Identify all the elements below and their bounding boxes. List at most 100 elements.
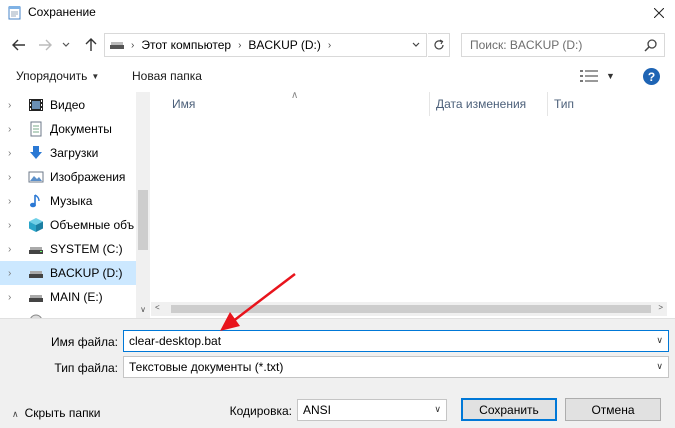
window-title: Сохранение [28,5,96,19]
hide-folders-button[interactable]: ∧ Скрыть папки [12,406,101,420]
chevron-down-icon[interactable]: ∨ [434,404,441,415]
recent-locations-button[interactable] [60,36,72,54]
expand-arrow-icon[interactable]: › [8,100,22,111]
refresh-button[interactable] [428,33,450,57]
file-list[interactable]: ∧ Имя Дата изменения Тип [151,90,667,302]
music-folder-icon [30,194,40,208]
arrow-left-icon [12,39,25,51]
expand-arrow-icon[interactable]: › [8,220,22,231]
tree-item-documents[interactable]: › Документы [0,117,136,141]
drive-icon [110,42,124,49]
breadcrumb-separator-icon[interactable]: › [328,40,331,51]
hide-folders-label: Скрыть папки [24,406,101,420]
tree-item-3d-objects[interactable]: › Объемные объ [0,213,136,237]
tree-item-main-drive[interactable]: › MAIN (E:) [0,285,136,309]
pictures-folder-icon [28,171,44,183]
3d-objects-icon [29,218,43,232]
search-icon [644,39,657,52]
view-options-icon[interactable] [580,70,598,82]
forward-button[interactable] [36,36,54,54]
up-button[interactable] [82,36,100,54]
navigation-pane[interactable]: › Видео › Документы › Загрузки › Изображ… [0,92,150,319]
drive-icon [29,247,43,254]
expand-arrow-icon[interactable]: › [8,196,22,207]
notepad-icon [8,6,21,20]
new-folder-button[interactable]: Новая папка [132,69,202,83]
organize-label: Упорядочить [16,69,88,83]
tree-item-label: SYSTEM (C:) [50,242,123,256]
back-button[interactable] [10,36,28,54]
caret-down-icon: ▼ [91,72,100,81]
video-folder-icon [29,99,43,111]
arrow-right-icon [39,39,52,51]
expand-arrow-icon[interactable]: › [8,244,22,255]
tree-item-label: Загрузки [50,146,99,160]
search-box[interactable] [461,33,665,57]
command-bar: Упорядочить ▼ Новая папка [0,64,675,90]
filetype-value: Текстовые документы (*.txt) [129,360,284,374]
tree-item-music[interactable]: › Музыка [0,189,136,213]
tree-item-label: Музыка [50,194,93,208]
chevron-down-icon[interactable]: ∨ [656,335,663,346]
cancel-button[interactable]: Отмена [565,398,661,421]
filename-input[interactable] [124,334,668,348]
downloads-folder-icon [30,146,42,159]
encoding-value: ANSI [303,403,332,417]
close-button[interactable] [643,0,675,26]
column-header-name[interactable]: Имя [165,92,429,116]
encoding-label: Кодировка: [229,404,292,418]
breadcrumb-backup-drive[interactable]: BACKUP (D:) [248,38,320,52]
tree-item-system-drive[interactable]: › SYSTEM (C:) [0,237,136,261]
column-type-label: Тип [554,97,575,111]
scroll-right-arrow-icon[interactable]: > [658,303,663,312]
close-icon [654,8,664,18]
expand-arrow-icon[interactable]: › [8,124,22,135]
expand-arrow-icon[interactable]: › [8,148,22,159]
column-date-label: Дата изменения [436,97,527,111]
breadcrumb-separator-icon[interactable]: › [238,40,241,51]
tree-item-downloads[interactable]: › Загрузки [0,141,136,165]
horizontal-scrollbar[interactable]: < > [151,302,667,316]
view-options-dropdown[interactable]: ▼ [606,71,615,81]
chevron-down-icon [62,42,70,47]
chevron-down-icon[interactable]: ∨ [656,361,663,372]
tree-item-label: MAIN (E:) [50,290,103,304]
filetype-select[interactable]: Текстовые документы (*.txt) ∨ [123,356,669,378]
filename-label: Имя файла: [51,335,118,349]
tree-item-label: Видео [50,98,86,112]
column-header-date[interactable]: Дата изменения [429,92,547,116]
organize-button[interactable]: Упорядочить ▼ [16,69,99,83]
tree-item-video[interactable]: › Видео [0,93,136,117]
column-header-type[interactable]: Тип [547,92,667,116]
breadcrumb-separator-icon[interactable]: › [131,40,134,51]
address-history-dropdown[interactable] [404,33,426,57]
filetype-label: Тип файла: [54,361,118,375]
save-button[interactable]: Сохранить [461,398,557,421]
search-input[interactable] [470,38,640,52]
navigation-scrollbar[interactable]: ∨ [136,92,150,319]
expand-arrow-icon[interactable]: › [8,292,22,303]
address-bar[interactable]: › Этот компьютер › BACKUP (D:) › [104,33,427,57]
scroll-left-arrow-icon[interactable]: < [155,303,160,312]
filename-combobox[interactable]: ∨ [123,330,669,352]
arrow-up-icon [85,38,97,51]
expand-arrow-icon[interactable]: › [8,268,22,279]
tree-item-label: BACKUP (D:) [50,266,123,280]
help-button[interactable]: ? [643,68,660,85]
encoding-select[interactable]: ANSI ∨ [297,399,447,421]
scroll-down-arrow-icon[interactable]: ∨ [136,305,150,317]
refresh-icon [433,39,444,50]
tree-item-label: Объемные объ [50,218,135,232]
tree-item-label: Документы [50,122,112,136]
tree-item-pictures[interactable]: › Изображения [0,165,136,189]
scrollbar-thumb[interactable] [138,190,148,250]
drive-icon [29,271,43,278]
drive-icon [29,295,43,302]
breadcrumb-this-pc[interactable]: Этот компьютер [141,38,231,52]
tree-item-backup-drive[interactable]: › BACKUP (D:) [0,261,136,285]
tree-item-label: Изображения [50,170,126,184]
title-bar: Сохранение [0,0,675,26]
scrollbar-thumb[interactable] [171,305,651,313]
help-icon: ? [647,69,656,84]
expand-arrow-icon[interactable]: › [8,172,22,183]
